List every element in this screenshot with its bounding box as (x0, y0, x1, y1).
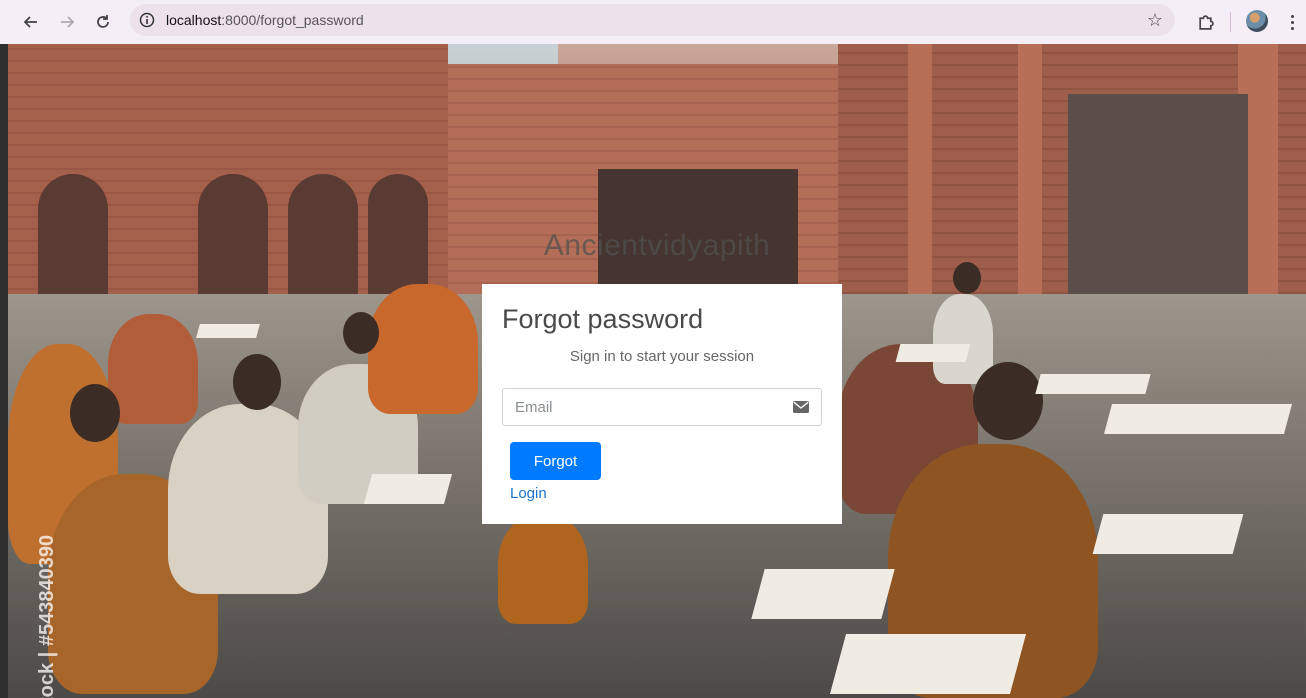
browser-toolbar: localhost:8000/forgot_password ☆ (0, 0, 1306, 45)
forgot-password-card: Forgot password Sign in to start your se… (482, 284, 842, 524)
figure-head (233, 354, 281, 410)
stock-watermark: tock | #543840390 (36, 534, 58, 698)
window-edge (0, 44, 8, 698)
paper (1035, 374, 1151, 394)
paper (829, 634, 1027, 694)
figure (933, 294, 993, 384)
figure (498, 514, 588, 624)
reload-button[interactable] (90, 9, 116, 35)
paper (196, 324, 260, 338)
email-field[interactable] (503, 389, 797, 425)
page-title: Forgot password (502, 304, 704, 334)
figure (108, 314, 198, 424)
star-icon[interactable]: ☆ (1147, 10, 1163, 31)
figure-head (70, 384, 120, 442)
site-info-icon[interactable] (138, 11, 156, 29)
login-box-message: Sign in to start your session (569, 348, 755, 365)
puzzle-icon (1198, 14, 1214, 30)
avatar[interactable] (1246, 10, 1268, 32)
kebab-menu-icon[interactable] (1284, 10, 1300, 34)
url-text: localhost:8000/forgot_password (166, 12, 364, 28)
extensions-button[interactable] (1192, 9, 1218, 35)
toolbar-divider (1230, 12, 1231, 32)
forward-button[interactable] (54, 9, 80, 35)
back-button[interactable] (18, 9, 44, 35)
figure-head (343, 312, 379, 354)
paper (363, 474, 453, 504)
paper (1092, 514, 1244, 554)
paper (895, 344, 971, 362)
arrow-left-icon (23, 16, 37, 28)
paper (1103, 404, 1293, 434)
brand-title: Ancientvidyapith (543, 229, 771, 262)
paper (751, 569, 895, 619)
reload-icon (97, 15, 109, 28)
url-host: localhost (166, 12, 222, 28)
url-path: :8000/forgot_password (221, 12, 364, 28)
address-bar[interactable]: localhost:8000/forgot_password ☆ (130, 4, 1175, 36)
arrow-right-icon (61, 16, 75, 28)
forgot-button[interactable]: Forgot (510, 442, 601, 480)
figure-head (953, 262, 981, 294)
background-left-wall (8, 44, 448, 324)
figure (368, 284, 478, 414)
envelope-icon (781, 389, 821, 425)
login-link[interactable]: Login (510, 485, 547, 502)
figure-head (973, 362, 1043, 440)
email-input-group (502, 388, 822, 426)
